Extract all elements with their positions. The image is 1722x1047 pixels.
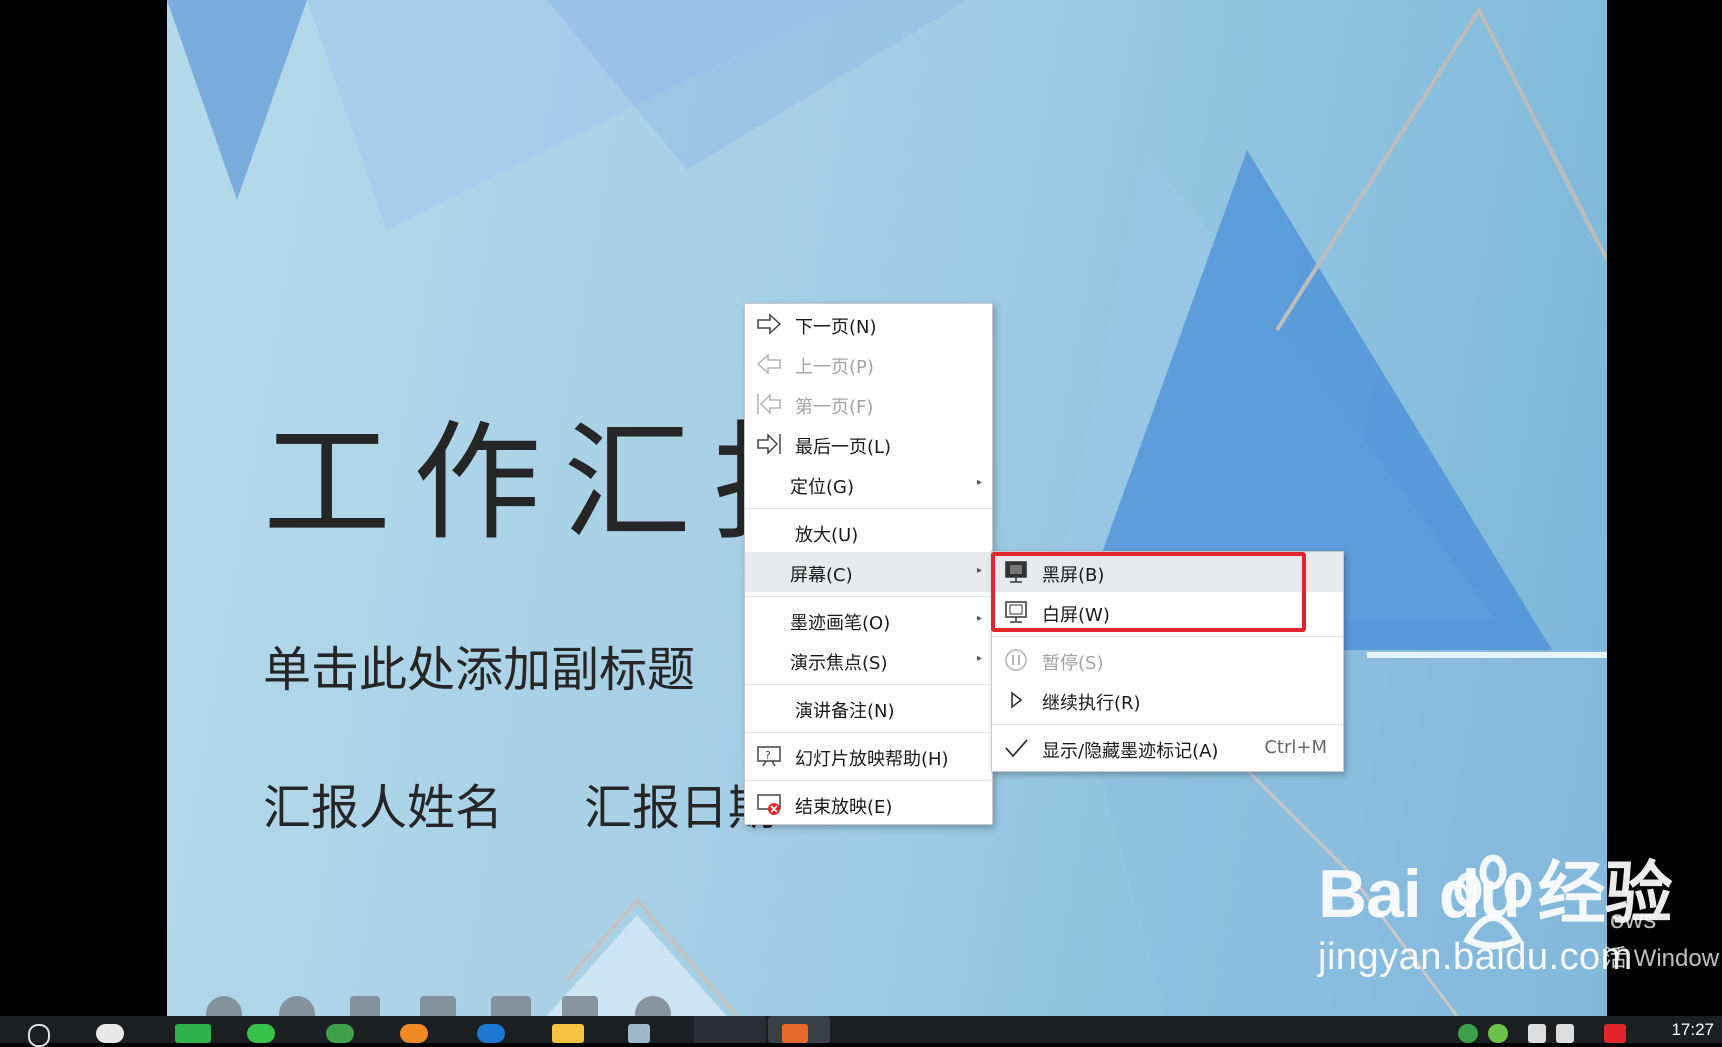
arrow-left-icon [756,353,781,375]
taskbar-clock[interactable]: 17:27 [1671,1020,1714,1040]
record-button[interactable] [491,996,531,1016]
svg-text:?: ? [765,749,771,762]
menu-item-label: 显示/隐藏墨迹标记(A) [1042,741,1219,762]
help-icon: ? [757,746,781,767]
pause-icon [1005,649,1027,671]
presenter-name[interactable]: 汇报人姓名 [263,768,503,838]
menu-item-focus[interactable]: 演示焦点(S) ▸ [745,640,992,680]
browser-app-icon[interactable] [326,1024,354,1043]
menu-item-goto[interactable]: 定位(G) ▸ [745,464,992,504]
submenu-arrow-icon: ▸ [976,565,982,576]
slide-subtitle[interactable]: 单击此处添加副标题 [263,630,695,700]
menu-item-label: 演讲备注(N) [795,701,895,722]
first-page-icon [757,393,781,415]
menu-item-label: 第一页(F) [795,397,874,418]
highlight-box [991,552,1306,632]
edge-app-icon[interactable] [477,1024,505,1043]
submenu-arrow-icon: ▸ [976,653,982,664]
file-explorer-icon[interactable] [552,1024,584,1043]
tray-icon-1[interactable] [1458,1024,1478,1043]
menu-separator [745,508,992,509]
menu-item-label: 暂停(S) [1042,653,1104,674]
menu-item-ink-pen[interactable]: 墨迹画笔(O) ▸ [745,600,992,640]
menu-separator [745,596,992,597]
activate-windows-line1: ows [1610,904,1657,934]
menu-item-label: 幻灯片放映帮助(H) [795,749,949,770]
menu-item-label: 定位(G) [790,477,854,498]
tray-icon-3[interactable] [1528,1024,1546,1043]
menu-separator [745,732,992,733]
focus-tool-button[interactable] [420,996,456,1016]
menu-item-first[interactable]: 第一页(F) [745,384,992,424]
activate-windows-line2: 活 Window [1603,945,1720,972]
last-page-icon [757,433,781,455]
menu-item-prev[interactable]: 上一页(P) [745,344,992,384]
arrow-right-icon [757,313,782,335]
menu-item-label: 下一页(N) [795,317,877,338]
notes-button[interactable] [562,996,598,1016]
menu-item-end-show[interactable]: 结束放映(E) [745,784,992,824]
submenu-arrow-icon: ▸ [976,477,982,488]
wps-writer-icon[interactable] [694,1016,766,1043]
menu-item-label: 结束放映(E) [795,797,893,818]
search-icon[interactable] [28,1024,50,1047]
menu-item-label: 演示焦点(S) [790,653,888,674]
context-menu: 下一页(N) 上一页(P) 第一页(F) 最后一页(L) 定位(G) ▸ 放大(… [744,303,993,825]
menu-item-next[interactable]: 下一页(N) [745,304,992,344]
menu-item-label: 屏幕(C) [790,565,853,586]
menu-item-screen[interactable]: 屏幕(C) ▸ [745,552,992,592]
menu-item-label: 墨迹画笔(O) [790,613,891,634]
menu-item-zoom[interactable]: 放大(U) [745,512,992,552]
submenu-item-pause[interactable]: 暂停(S) [992,640,1343,680]
menu-item-speaker-notes[interactable]: 演讲备注(N) [745,688,992,728]
end-show-icon [757,794,781,815]
menu-item-last[interactable]: 最后一页(L) [745,424,992,464]
submenu-item-resume[interactable]: 继续执行(R) [992,680,1343,720]
check-icon [1005,739,1028,758]
menu-item-help[interactable]: ? 幻灯片放映帮助(H) [745,736,992,776]
menu-separator [992,724,1343,725]
firefox-app-icon[interactable] [400,1024,428,1043]
menu-item-label: 最后一页(L) [795,437,892,458]
tray-icon-4[interactable] [1604,1024,1626,1043]
iqiyi-app-icon[interactable] [175,1024,211,1043]
menu-separator [745,684,992,685]
menu-separator [745,780,992,781]
menu-item-label: 放大(U) [795,525,859,546]
tray-icon-2[interactable] [1488,1024,1508,1043]
tray-ime-icon[interactable] [1556,1024,1574,1043]
submenu-arrow-icon: ▸ [976,613,982,624]
wechat-app-icon[interactable] [247,1024,275,1043]
notepad-app-icon[interactable] [628,1024,650,1043]
menu-separator [992,636,1343,637]
play-icon [1011,691,1023,709]
pen-tool-button[interactable] [350,996,380,1016]
submenu-item-toggle-ink[interactable]: 显示/隐藏墨迹标记(A) Ctrl+M [992,728,1343,768]
wps-presentation-logo-icon [782,1024,808,1043]
assistant-icon[interactable] [96,1024,124,1043]
shortcut-label: Ctrl+M [1264,737,1327,758]
menu-item-label: 继续执行(R) [1042,693,1141,714]
menu-item-label: 上一页(P) [795,357,874,378]
